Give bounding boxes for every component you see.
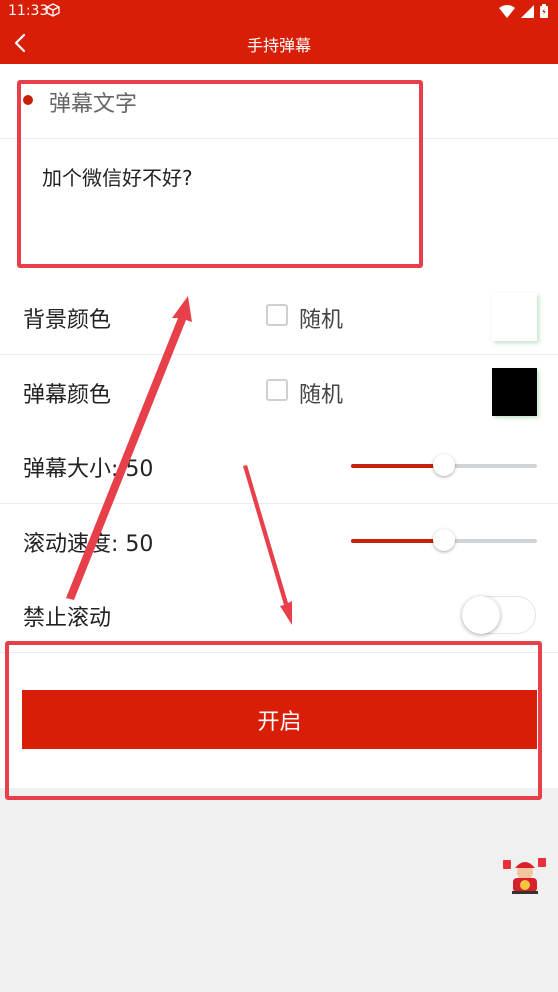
- background-random-checkbox[interactable]: [266, 304, 288, 326]
- disable-scroll-label: 禁止滚动: [23, 606, 112, 631]
- scroll-speed-row: 滚动速度: 50: [0, 504, 558, 579]
- danmaku-color-row: 弹幕颜色 随机: [0, 355, 558, 430]
- background-color-swatch[interactable]: [492, 293, 537, 341]
- background-random-label: 随机: [299, 308, 344, 333]
- slider-fill: [351, 539, 444, 543]
- slider-fill: [351, 464, 444, 468]
- danmaku-size-label: 弹幕大小: 50: [23, 457, 154, 482]
- bullet-dot: [23, 95, 33, 105]
- package-icon: [46, 3, 60, 17]
- scroll-speed-label: 滚动速度: 50: [23, 532, 154, 557]
- danmaku-text-input[interactable]: 加个微信好不好?: [30, 154, 530, 264]
- app-bar: 手持弹幕: [0, 22, 558, 64]
- danmaku-random-label: 随机: [299, 383, 344, 408]
- danmaku-size-slider[interactable]: [351, 454, 537, 476]
- battery-icon: [540, 4, 548, 18]
- switch-knob: [462, 596, 500, 634]
- status-time: 11:33: [8, 3, 49, 19]
- fortune-god-mascot-icon: [503, 858, 546, 894]
- slider-thumb[interactable]: [433, 454, 455, 476]
- settings-panel: 弹幕文字 加个微信好不好? 背景颜色 随机 弹幕颜色 随机 弹幕大小: 50 滚…: [0, 64, 558, 788]
- danmaku-color-swatch[interactable]: [492, 368, 537, 416]
- wifi-icon: [499, 4, 515, 18]
- danmaku-text-label: 弹幕文字: [49, 92, 138, 117]
- background-color-label: 背景颜色: [23, 308, 112, 333]
- disable-scroll-switch[interactable]: [462, 596, 536, 634]
- status-icons: [499, 4, 548, 18]
- disable-scroll-row: 禁止滚动: [0, 578, 558, 653]
- signal-icon: [521, 4, 534, 18]
- status-bar: 11:33: [0, 0, 558, 22]
- danmaku-color-label: 弹幕颜色: [23, 383, 112, 408]
- background-color-row: 背景颜色 随机: [0, 280, 558, 355]
- start-button[interactable]: 开启: [22, 690, 537, 749]
- scroll-speed-slider[interactable]: [351, 529, 537, 551]
- page-title: 手持弹幕: [246, 36, 311, 55]
- danmaku-text-section: 弹幕文字: [0, 64, 558, 139]
- danmaku-size-row: 弹幕大小: 50: [0, 429, 558, 504]
- danmaku-random-checkbox[interactable]: [266, 379, 288, 401]
- slider-thumb[interactable]: [433, 529, 455, 551]
